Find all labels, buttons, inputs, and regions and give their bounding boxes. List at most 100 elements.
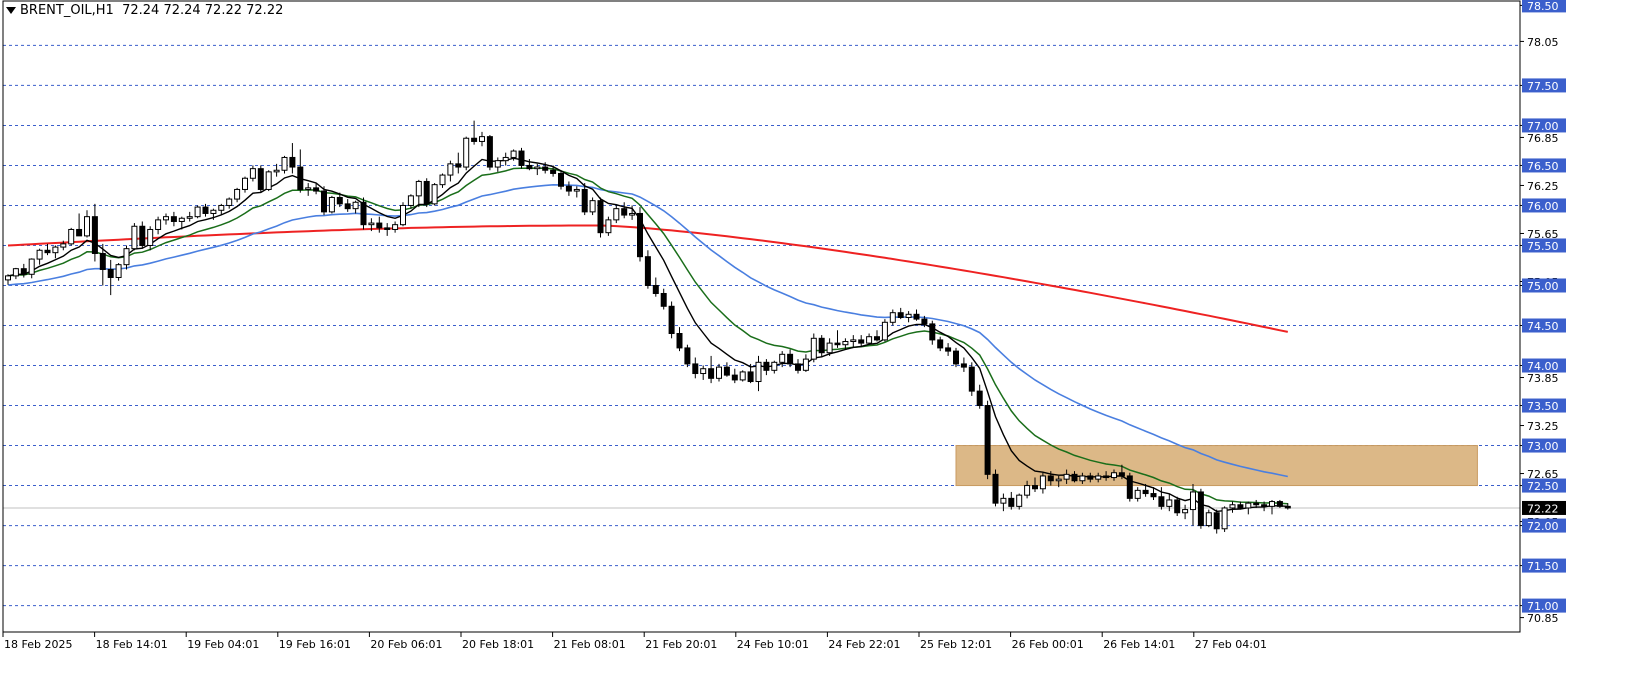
candle	[147, 226, 154, 251]
x-tick-label: 24 Feb 10:01	[737, 638, 809, 651]
candle	[415, 179, 422, 208]
candle	[874, 330, 880, 342]
candle	[723, 362, 730, 377]
candle	[558, 170, 564, 190]
candle	[1008, 491, 1015, 510]
grid-lines	[3, 44, 1520, 607]
chart-header: BRENT_OIL,H1 72.24 72.24 72.22 72.22	[6, 3, 283, 18]
candle	[834, 330, 841, 348]
candle	[976, 384, 983, 409]
bull-candle-body	[194, 206, 201, 218]
candle	[644, 250, 651, 289]
candle	[502, 152, 509, 166]
bear-candle-body	[1158, 496, 1165, 507]
bull-candle-body	[52, 246, 59, 254]
bull-candle-body	[265, 171, 272, 190]
bull-candle-body	[1055, 478, 1062, 482]
bear-candle-body	[1284, 505, 1291, 509]
candle	[929, 320, 936, 345]
bull-candle-body	[802, 358, 809, 371]
candle	[937, 336, 944, 352]
bull-candle-body	[5, 275, 11, 281]
candle	[384, 223, 391, 236]
candle	[771, 360, 778, 374]
bull-candle-body	[1134, 489, 1141, 499]
chart: 78.50 78.05 77.50 77.00 76.85 76.50 76.25 76.00…	[0, 0, 1651, 691]
candle	[28, 258, 35, 279]
bull-candle-body	[905, 313, 912, 318]
bull-candle-body	[328, 196, 335, 213]
bear-candle-body	[1126, 475, 1133, 499]
bull-candle-body	[810, 337, 817, 360]
bull-candle-body	[1229, 504, 1236, 509]
bull-candle-body	[415, 180, 422, 197]
candle	[897, 307, 904, 320]
bear-candle-body	[652, 284, 659, 294]
bear-candle-body	[565, 185, 572, 192]
candle	[613, 205, 620, 224]
candle	[376, 216, 383, 233]
bear-candle-body	[897, 312, 904, 319]
bull-candle-body	[826, 342, 833, 354]
bear-candle-body	[344, 203, 351, 210]
candle	[684, 344, 691, 368]
y-tick-label: 73.25	[1527, 420, 1559, 433]
bull-candle-body	[1182, 509, 1189, 514]
bear-candle-body	[1087, 475, 1094, 480]
candle	[1000, 493, 1007, 512]
bull-candle-body	[1205, 512, 1212, 527]
bear-candle-body	[818, 337, 825, 354]
candle	[1245, 501, 1252, 515]
level-label: 78.50	[1527, 0, 1559, 13]
candle	[818, 335, 825, 358]
candle	[407, 194, 414, 209]
candle	[1182, 504, 1189, 520]
bull-candle-body	[392, 224, 399, 230]
bull-candle-body	[352, 201, 359, 210]
bear-candle-body	[984, 405, 991, 475]
candle	[913, 309, 920, 321]
candle	[36, 248, 43, 265]
candle	[858, 335, 865, 347]
bear-candle-body	[376, 222, 383, 229]
bear-candle-body	[471, 137, 478, 142]
level-label: 76.50	[1527, 160, 1559, 173]
bear-candle-body	[597, 200, 604, 234]
bear-candle-body	[1197, 491, 1204, 527]
candle	[905, 311, 912, 323]
candle	[194, 205, 201, 219]
level-label: 72.50	[1527, 480, 1559, 493]
candle	[494, 157, 501, 172]
candle	[565, 181, 572, 196]
bear-candle-body	[526, 164, 533, 170]
bear-candle-body	[723, 366, 730, 376]
price-axis-labels: 78.5078.0577.5077.0076.8576.5076.2576.00…	[1520, 0, 1566, 625]
bull-candle-body	[407, 195, 414, 206]
candle	[455, 152, 462, 174]
bear-candle-body	[76, 228, 83, 237]
candle	[107, 259, 114, 296]
level-label: 74.50	[1527, 320, 1559, 333]
candle	[76, 213, 83, 237]
level-label: 75.00	[1527, 280, 1559, 293]
bull-candle-body	[226, 198, 233, 206]
bear-candle-body	[1261, 504, 1268, 507]
bear-candle-body	[921, 318, 928, 325]
symbol-label: BRENT_OIL,H1	[20, 3, 114, 18]
candle	[953, 347, 959, 368]
bear-candle-body	[976, 390, 983, 407]
current-price-label: 72.22	[1527, 502, 1559, 515]
candle	[810, 333, 817, 363]
bear-candle-body	[99, 252, 106, 270]
candle	[763, 359, 770, 376]
dropdown-triangle-icon[interactable]	[6, 7, 16, 14]
candle	[621, 202, 628, 219]
candle	[700, 365, 707, 380]
candle	[605, 216, 612, 236]
bear-candle-body	[692, 363, 699, 375]
supply-zone-rect	[955, 445, 1478, 487]
bull-candle-body	[1190, 491, 1196, 511]
candle	[84, 210, 90, 238]
candle	[850, 335, 857, 348]
bear-candle-body	[644, 256, 651, 286]
